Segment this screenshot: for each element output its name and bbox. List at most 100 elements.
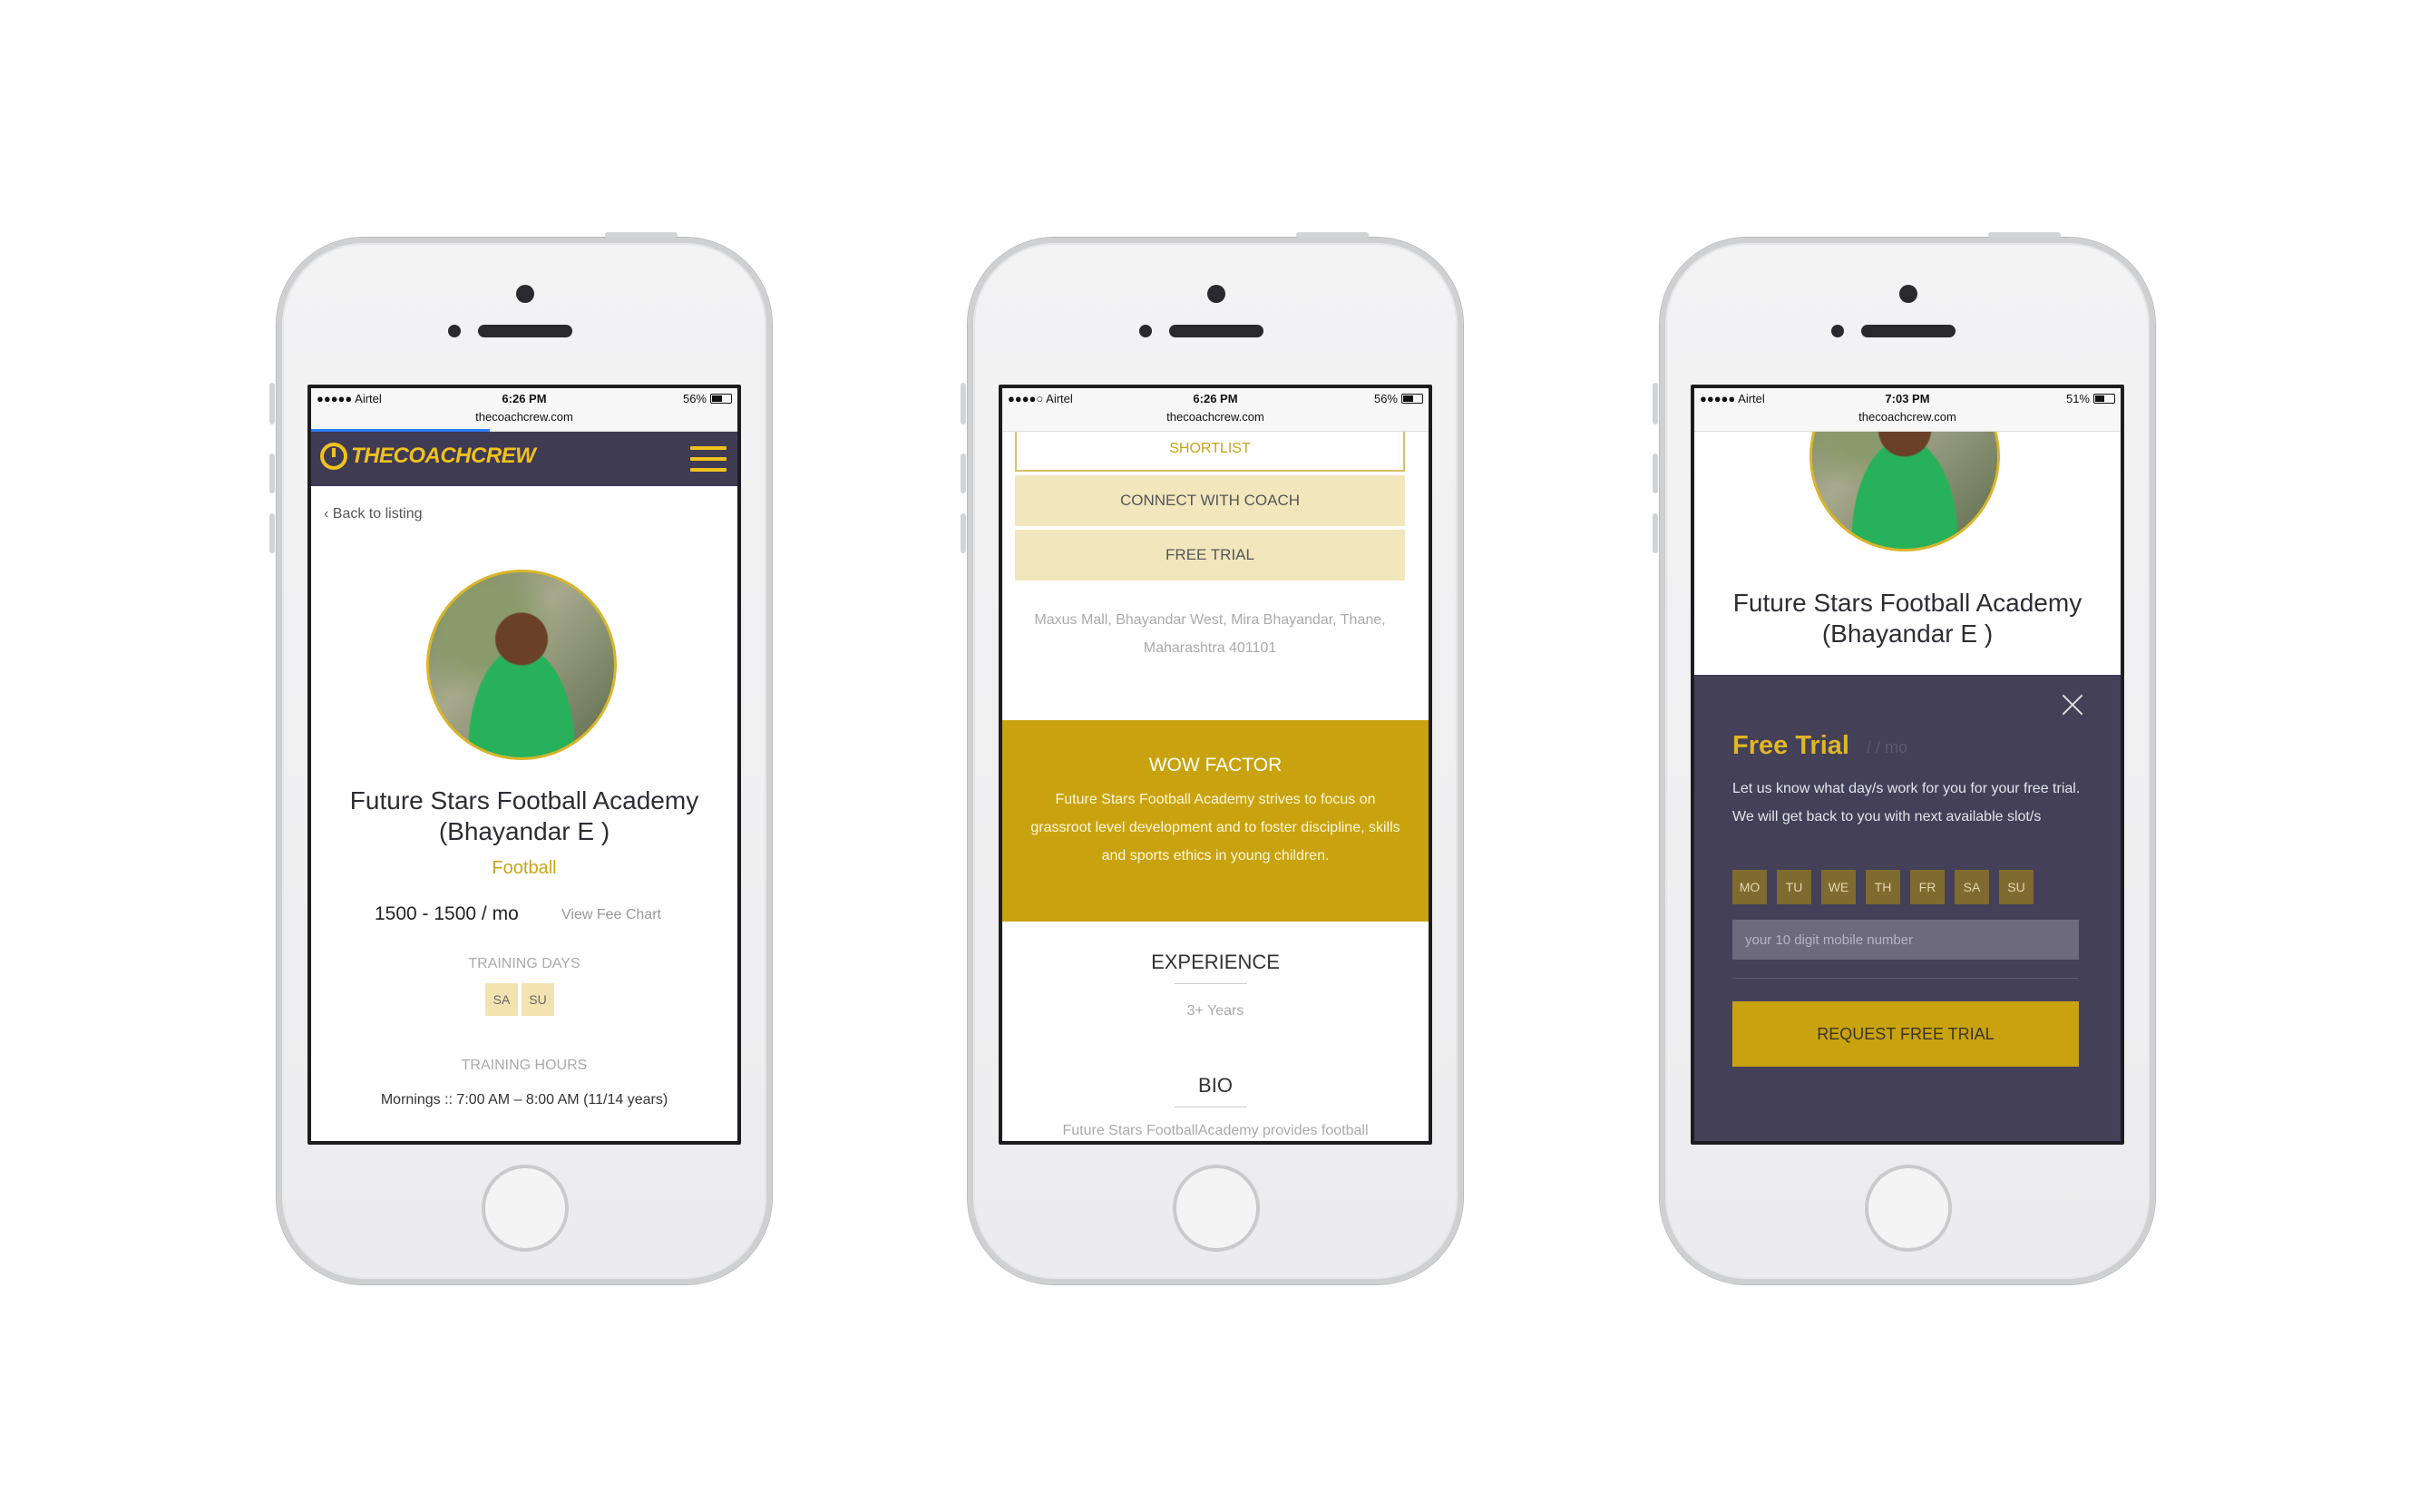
page-content: Future Stars Football Academy (Bhayandar… [1694,432,2121,1141]
home-button[interactable] [482,1165,569,1252]
wow-factor-text: Future Stars Football Academy strives to… [1030,792,1400,863]
proximity-sensor [448,325,461,337]
status-bar: ●●●●● Airtel 7:03 PM 51% [1694,388,2121,408]
sport-label: Football [492,858,557,878]
experience-value: 3+ Years [1186,1003,1244,1019]
wow-factor-title: WOW FACTOR [1148,755,1283,776]
brand-logo[interactable]: THECOACHCREW [320,443,536,470]
free-trial-button[interactable]: FREE TRIAL [1015,530,1405,580]
training-day-su: SU [522,983,554,1016]
url-text: thecoachcrew.com [1166,410,1264,424]
page-content: SHORTLIST CONNECT WITH COACH FREE TRIAL … [1002,432,1429,1141]
volume-down-button [961,513,966,553]
earpiece-speaker [478,325,572,337]
battery-status: 56% [1374,392,1423,405]
front-camera [1207,285,1225,303]
url-text: thecoachcrew.com [1858,410,1956,424]
mobile-number-input[interactable] [1732,920,2079,960]
battery-percent: 51% [2065,392,2090,405]
front-camera [1899,285,1917,303]
screen-1: ●●●●● Airtel 6:26 PM 56% thecoachcrew.co… [307,385,741,1145]
mute-switch [961,383,966,424]
mute-switch [269,383,275,424]
modal-title: Free Trial [1732,731,1849,760]
day-sa[interactable]: SA [1955,870,1989,904]
academy-title: Future Stars Football Academy (Bhayandar… [349,786,699,845]
view-fee-chart-link[interactable]: View Fee Chart [561,907,661,923]
mute-switch [1653,383,1658,424]
home-button[interactable] [1173,1165,1260,1252]
experience-divider [1175,983,1247,984]
power-button [1296,232,1369,238]
training-hours-label: TRAINING HOURS [461,1058,588,1073]
battery-status: 51% [2066,392,2115,405]
status-bar: ●●●●○ Airtel 6:26 PM 56% [1002,388,1429,408]
volume-down-button [269,513,275,553]
coach-avatar [426,570,617,760]
coach-avatar [1809,432,2000,551]
volume-up-button [961,454,966,493]
phone-3: ●●●●● Airtel 7:03 PM 51% thecoachcrew.co… [1653,232,2155,1284]
clock: 7:03 PM [1885,392,1930,405]
url-bar[interactable]: thecoachcrew.com [311,408,737,432]
training-days-label: TRAINING DAYS [468,956,580,971]
day-fr[interactable]: FR [1910,870,1945,904]
free-trial-modal: Free Trial / / mo Let us know what day/s… [1694,675,2121,1141]
battery-percent: 56% [682,392,707,405]
power-button [605,232,678,238]
shortlist-button[interactable]: SHORTLIST [1015,432,1405,472]
proximity-sensor [1831,325,1844,337]
status-bar: ●●●●● Airtel 6:26 PM 56% [311,388,737,408]
earpiece-speaker [1861,325,1956,337]
battery-percent: 56% [1373,392,1398,405]
training-hours: Mornings :: 7:00 AM – 8:00 AM (11/14 yea… [380,1092,668,1107]
top-nav: THECOACHCREW [311,432,737,486]
url-text: thecoachcrew.com [475,410,573,424]
day-we[interactable]: WE [1821,870,1856,904]
volume-down-button [1653,513,1658,553]
experience-title: EXPERIENCE [1151,951,1280,973]
day-mo[interactable]: MO [1732,870,1767,904]
volume-up-button [1653,454,1658,493]
stopwatch-icon [320,443,347,470]
day-th[interactable]: TH [1866,870,1900,904]
url-bar[interactable]: thecoachcrew.com [1002,408,1429,432]
battery-icon [710,394,732,404]
battery-status: 56% [683,392,732,405]
phone-2: ●●●●○ Airtel 6:26 PM 56% thecoachcrew.co… [961,232,1463,1284]
page-content: THECOACHCREW ‹ Back to listing Future St… [311,432,737,1141]
request-free-trial-button[interactable]: REQUEST FREE TRIAL [1732,1001,2079,1067]
trial-day-picker: MO TU WE TH FR SA SU [1732,870,2034,904]
training-days: SA SU [485,983,554,1016]
bio-title: BIO [1198,1074,1233,1097]
day-su[interactable]: SU [1999,870,2034,904]
volume-up-button [269,454,275,493]
logo-wordmark: THECOACHCREW [351,444,536,468]
screen-2: ●●●●○ Airtel 6:26 PM 56% thecoachcrew.co… [999,385,1432,1145]
home-button[interactable] [1865,1165,1952,1252]
menu-icon[interactable] [690,446,727,472]
proximity-sensor [1139,325,1152,337]
modal-subtitle: / / mo [1867,738,1908,756]
modal-description: Let us know what day/s work for you for … [1732,781,2081,824]
academy-address: Maxus Mall, Bhayandar West, Mira Bhayand… [1034,612,1386,656]
mockup-stage: ●●●●● Airtel 6:26 PM 56% thecoachcrew.co… [0,0,2419,1512]
day-tu[interactable]: TU [1777,870,1811,904]
earpiece-speaker [1169,325,1263,337]
battery-icon [1401,394,1423,404]
phone-1: ●●●●● Airtel 6:26 PM 56% thecoachcrew.co… [269,232,772,1284]
modal-divider [1732,978,2079,979]
url-bar[interactable]: thecoachcrew.com [1694,408,2121,432]
clock: 6:26 PM [502,392,547,405]
screen-3: ●●●●● Airtel 7:03 PM 51% thecoachcrew.co… [1691,385,2124,1145]
training-day-sa: SA [485,983,518,1016]
wow-factor-section: WOW FACTOR Future Stars Football Academy… [1002,720,1429,922]
back-to-listing-link[interactable]: ‹ Back to listing [324,506,422,522]
clock: 6:26 PM [1193,392,1238,405]
front-camera [516,285,534,303]
bio-text: Future Stars FootballAcademy provides fo… [1062,1123,1369,1138]
academy-title: Future Stars Football Academy (Bhayandar… [1732,589,2082,648]
power-button [1988,232,2061,238]
connect-with-coach-button[interactable]: CONNECT WITH COACH [1015,475,1405,526]
close-icon[interactable] [2061,693,2084,717]
